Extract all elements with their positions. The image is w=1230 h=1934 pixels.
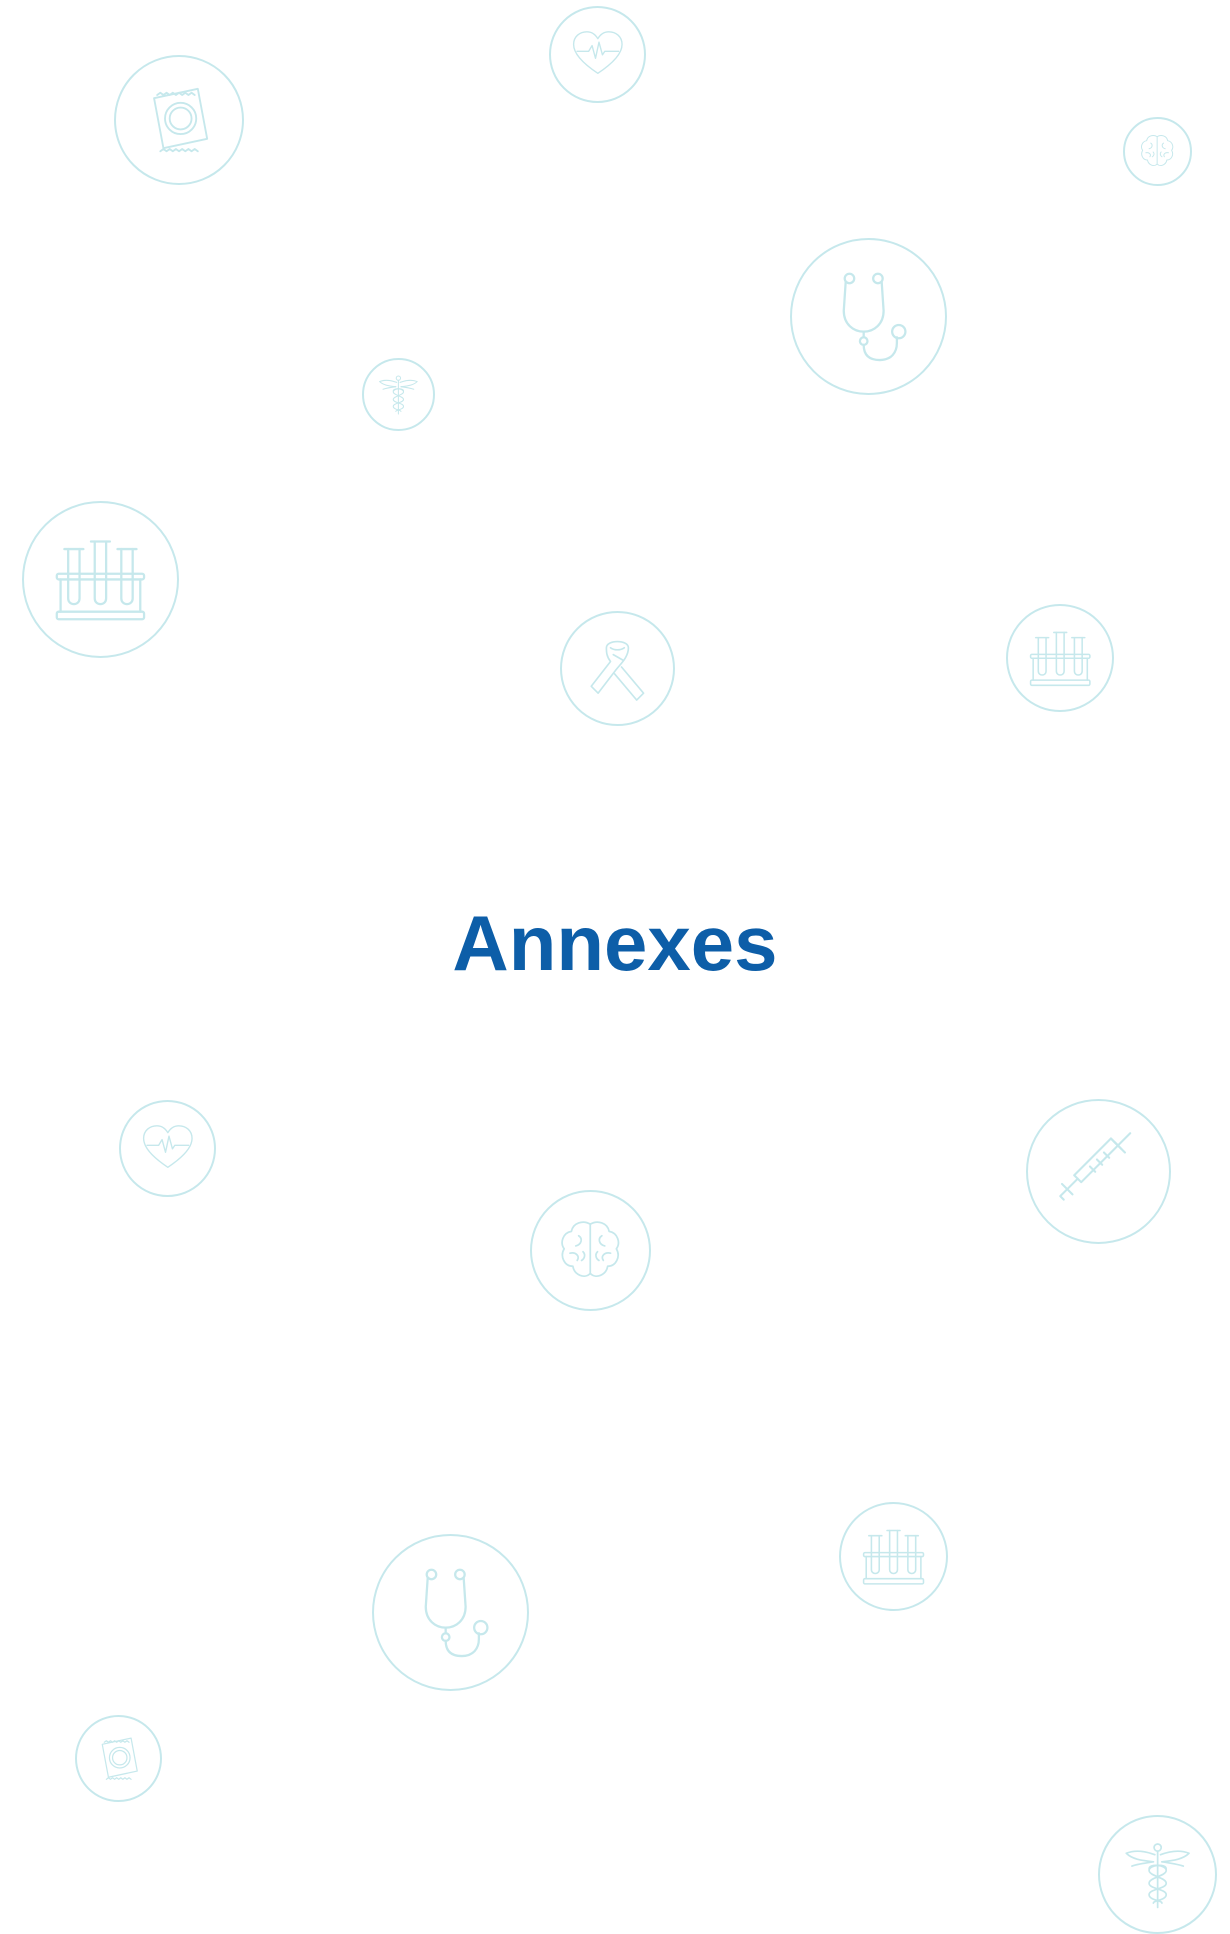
caduceus-icon: [1098, 1815, 1217, 1934]
brain-icon: [530, 1190, 651, 1311]
page-title: Annexes: [452, 899, 778, 987]
test-tubes-icon: [839, 1502, 948, 1611]
brain-icon: [1123, 117, 1192, 186]
stethoscope-icon: [372, 1534, 529, 1691]
stethoscope-icon: [790, 238, 947, 395]
syringe-icon: [1026, 1099, 1171, 1244]
caduceus-icon: [362, 358, 435, 431]
condom-icon: [114, 55, 244, 185]
test-tubes-icon: [22, 501, 179, 658]
heart-pulse-icon: [549, 6, 646, 103]
test-tubes-icon: [1006, 604, 1114, 712]
awareness-ribbon-icon: [560, 611, 675, 726]
heart-pulse-icon: [119, 1100, 216, 1197]
condom-icon: [75, 1715, 162, 1802]
